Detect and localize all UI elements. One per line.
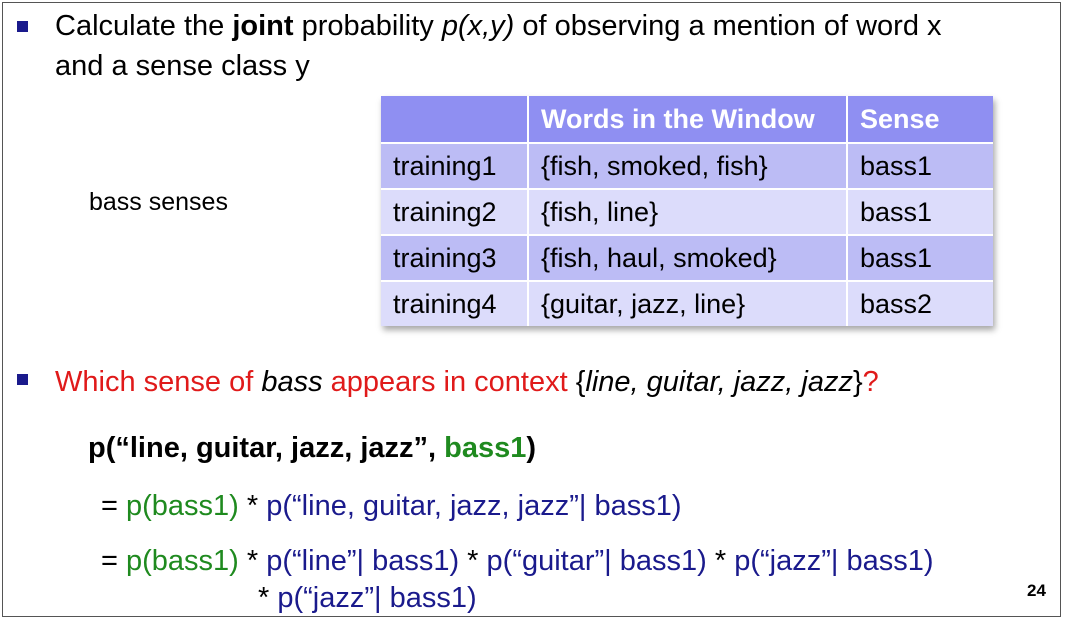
text: = [101,545,126,577]
text: probability [293,10,442,42]
text: ) [526,432,537,464]
table-header-cell [381,96,528,143]
equation-line4: * p(“jazz”| bass1) [258,580,477,616]
text: * [238,545,267,577]
table-row: training2 {fish, line} bass1 [381,188,993,235]
text: * [706,545,735,577]
text: p(“line, guitar, jazz, jazz”| bass1) [266,490,682,522]
text-bold: joint [232,10,294,42]
table-row: training4 {guitar, jazz, line} bass2 [381,280,993,326]
text-italic: line, guitar, jazz, jazz [585,366,853,398]
page-number: 24 [1027,581,1046,600]
table-cell: training3 [381,234,528,281]
senses-table: Words in the Window Sense training1 {fis… [381,96,993,326]
text: Which sense of [55,366,262,398]
text: p(“jazz”| bass1) [734,545,934,577]
text-italic: p(x,y) [441,10,515,42]
table-header-cell: Sense [846,96,993,143]
equation-line3: = p(bass1) * p(“line”| bass1) * p(“guita… [101,543,934,579]
text: p(“line”| bass1) [266,545,460,577]
bullet1-line2: and a sense class y [55,50,310,82]
bullet-marker [17,21,28,32]
side-label: bass senses [89,188,228,216]
table-cell: bass1 [846,234,993,281]
table-cell: bass1 [846,142,993,189]
bullet1-line1: Calculate the joint probability p(x,y) o… [55,8,942,44]
table-cell: {fish, line} [527,188,847,235]
text: ? [862,366,879,398]
bullet2-question: Which sense of bass appears in context {… [55,364,879,400]
text: * [238,490,267,522]
table-cell: training4 [381,280,528,326]
table-header-cell: Words in the Window [527,96,847,143]
equation-line2: = p(bass1) * p(“line, guitar, jazz, jazz… [101,488,682,524]
text: p(bass1) [126,545,239,577]
text: appears in context [322,366,576,398]
table-cell: training2 [381,188,528,235]
table-row: training3 {fish, haul, smoked} bass1 [381,234,993,281]
text: = [101,490,126,522]
table-cell: {fish, smoked, fish} [527,142,847,189]
table-header-row: Words in the Window Sense [381,96,993,143]
text: * [459,545,487,577]
table-cell: training1 [381,142,528,189]
text: p(bass1) [126,490,239,522]
text: bass1 [444,432,527,464]
table-cell: {fish, haul, smoked} [527,234,847,281]
text: } [852,366,863,398]
text-italic: bass [261,366,323,398]
table-row: training1 {fish, smoked, fish} bass1 [381,142,993,189]
table-cell: bass1 [846,188,993,235]
table-cell: {guitar, jazz, line} [527,280,847,326]
text: of observing a mention of word x [514,10,942,42]
text: p(“jazz”| bass1) [277,582,477,614]
text: p(“guitar”| bass1) [486,545,707,577]
bullet-marker [17,374,28,385]
text: * [258,582,278,614]
table-cell: bass2 [846,280,993,326]
text: p(“line, guitar, jazz, jazz”, [88,432,445,464]
equation-line1: p(“line, guitar, jazz, jazz”, bass1) [88,430,536,466]
text: Calculate the [55,10,233,42]
text: { [575,366,586,398]
